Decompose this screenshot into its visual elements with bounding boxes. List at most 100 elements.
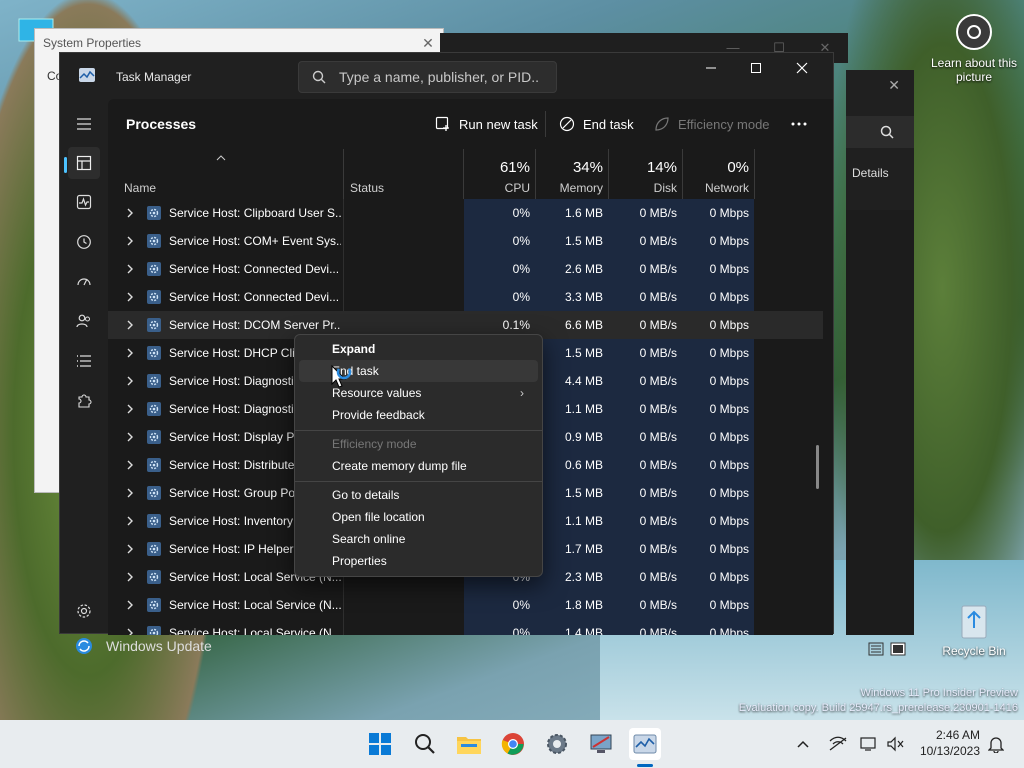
- search-box[interactable]: [298, 61, 557, 93]
- chevron-right-icon[interactable]: [124, 234, 136, 248]
- chevron-right-icon[interactable]: [124, 626, 136, 635]
- table-row[interactable]: Service Host: Local Service (N... 0% 1.4…: [108, 619, 823, 635]
- menu-item-go-to-details[interactable]: Go to details: [299, 484, 538, 506]
- tray-overflow-button[interactable]: [796, 720, 810, 768]
- scrollbar-thumb[interactable]: [816, 445, 819, 489]
- run-new-task-button[interactable]: Run new task: [435, 109, 538, 139]
- process-cpu: 0%: [512, 262, 530, 276]
- taskbar-task-manager[interactable]: [629, 728, 661, 760]
- chevron-right-icon[interactable]: [124, 374, 136, 388]
- sidebar-item-details[interactable]: [68, 345, 100, 377]
- taskbar-system-properties[interactable]: [585, 728, 617, 760]
- table-row[interactable]: Service Host: Clipboard User S... 0% 1.6…: [108, 199, 823, 227]
- column-header-memory[interactable]: Memory: [536, 181, 603, 195]
- menu-item-create-dump[interactable]: Create memory dump file: [299, 455, 538, 477]
- notifications-button[interactable]: [988, 720, 1004, 768]
- network-total: 0%: [727, 159, 749, 176]
- chevron-right-icon[interactable]: [124, 346, 136, 360]
- more-options-button[interactable]: [791, 109, 807, 139]
- list-view-icon[interactable]: [868, 642, 884, 656]
- taskbar-chrome[interactable]: [497, 728, 529, 760]
- column-divider: [343, 149, 344, 199]
- bell-icon: [988, 737, 1004, 753]
- column-header-network[interactable]: Network: [683, 181, 749, 195]
- chevron-right-icon[interactable]: [124, 542, 136, 556]
- close-icon[interactable]: ✕: [888, 77, 900, 94]
- tray-display-status[interactable]: [860, 720, 878, 768]
- sidebar-item-processes[interactable]: [68, 147, 100, 179]
- tab-details[interactable]: Details: [852, 166, 914, 180]
- chevron-right-icon[interactable]: [124, 514, 136, 528]
- chevron-right-icon[interactable]: [124, 206, 136, 220]
- menu-item-efficiency-mode[interactable]: Efficiency mode: [299, 433, 538, 455]
- taskbar-clock[interactable]: 2:46 AM 10/13/2023: [918, 727, 980, 759]
- taskbar-settings[interactable]: [541, 728, 573, 760]
- sidebar-item-services[interactable]: [68, 385, 100, 417]
- process-network: 0 Mbps: [709, 570, 749, 584]
- sidebar-item-performance[interactable]: [68, 186, 100, 218]
- watermark-line-2: Evaluation copy. Build 25947.rs_prerelea…: [738, 702, 1018, 714]
- sidebar-item-users[interactable]: [68, 305, 100, 337]
- process-disk: 0 MB/s: [639, 514, 677, 528]
- desktop-icon-learn-about-picture[interactable]: Learn about this picture: [930, 12, 1018, 84]
- end-task-button[interactable]: End task: [559, 109, 634, 139]
- chevron-right-icon[interactable]: [124, 430, 136, 444]
- background-details-window[interactable]: ✕ Details: [846, 70, 914, 210]
- close-button[interactable]: [779, 53, 825, 83]
- column-header-disk[interactable]: Disk: [609, 181, 677, 195]
- chevron-right-icon[interactable]: [124, 262, 136, 276]
- table-row[interactable]: Service Host: COM+ Event Sys... 0% 1.5 M…: [108, 227, 823, 255]
- search-input[interactable]: [339, 69, 539, 85]
- window-title: Task Manager: [116, 70, 192, 84]
- chevron-right-icon[interactable]: [124, 290, 136, 304]
- process-memory: 1.5 MB: [564, 234, 603, 248]
- hamburger-menu-button[interactable]: [68, 108, 100, 140]
- windows-update-notice[interactable]: Windows Update: [74, 636, 212, 656]
- sidebar-item-settings[interactable]: [68, 595, 100, 627]
- minimize-button[interactable]: [688, 53, 734, 83]
- recycle-bin-icon: [954, 600, 994, 640]
- taskbar-file-explorer[interactable]: [453, 728, 485, 760]
- chevron-right-icon[interactable]: [124, 598, 136, 612]
- column-header-status[interactable]: Status: [350, 181, 384, 195]
- background-details-panel: [846, 210, 914, 635]
- table-row[interactable]: Service Host: Connected Devi... 0% 2.6 M…: [108, 255, 823, 283]
- table-row[interactable]: Service Host: Connected Devi... 0% 3.3 M…: [108, 283, 823, 311]
- close-icon[interactable]: ✕: [413, 35, 443, 52]
- chevron-right-icon[interactable]: [124, 486, 136, 500]
- process-disk: 0 MB/s: [639, 290, 677, 304]
- tray-volume[interactable]: [886, 720, 904, 768]
- sidebar-item-startup-apps[interactable]: [68, 265, 100, 297]
- column-header-cpu[interactable]: CPU: [464, 181, 530, 195]
- desktop-icon-recycle-bin[interactable]: Recycle Bin: [930, 600, 1018, 658]
- menu-separator: [295, 481, 542, 482]
- menu-item-open-file-location[interactable]: Open file location: [299, 506, 538, 528]
- chevron-up-icon: [797, 740, 809, 748]
- chevron-right-icon[interactable]: [124, 318, 136, 332]
- desktop-icon-label: Learn about this picture: [930, 56, 1018, 84]
- maximize-button[interactable]: [733, 53, 779, 83]
- service-host-icon: [147, 430, 161, 444]
- column-divider: [608, 149, 609, 199]
- menu-item-search-online[interactable]: Search online: [299, 528, 538, 550]
- table-row[interactable]: Service Host: Local Service (N... 0% 1.8…: [108, 591, 823, 619]
- chevron-right-icon[interactable]: [124, 402, 136, 416]
- sidebar-item-app-history[interactable]: [68, 226, 100, 258]
- menu-item-provide-feedback[interactable]: Provide feedback: [299, 404, 538, 426]
- maximize-icon: [751, 63, 761, 73]
- menu-item-properties[interactable]: Properties: [299, 550, 538, 572]
- sort-ascending-icon[interactable]: [216, 155, 226, 161]
- menu-item-expand[interactable]: Expand: [299, 338, 538, 360]
- search-button[interactable]: [846, 116, 914, 148]
- chevron-right-icon[interactable]: [124, 458, 136, 472]
- chevron-right-icon[interactable]: [124, 570, 136, 584]
- column-divider: [535, 149, 536, 199]
- column-divider: [682, 149, 683, 199]
- start-button[interactable]: [364, 728, 396, 760]
- taskbar-search-button[interactable]: [409, 728, 441, 760]
- column-header-name[interactable]: Name: [124, 181, 156, 195]
- tray-network-status[interactable]: [828, 720, 848, 768]
- efficiency-mode-button[interactable]: Efficiency mode: [654, 109, 770, 139]
- task-manager-titlebar[interactable]: Task Manager: [60, 53, 833, 99]
- tile-view-icon[interactable]: [890, 642, 906, 656]
